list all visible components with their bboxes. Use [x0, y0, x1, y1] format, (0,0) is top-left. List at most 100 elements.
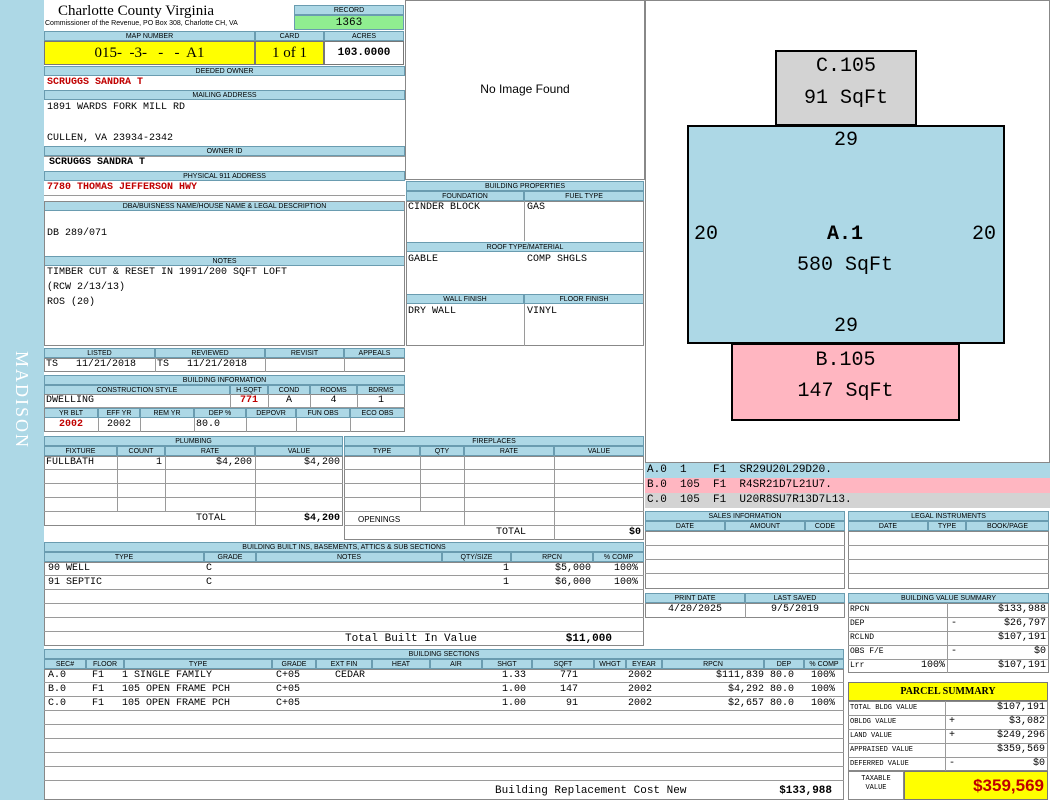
bs-floor-label: FLOOR	[86, 659, 124, 669]
plumbing-count-label: COUNT	[117, 446, 165, 456]
owner-id-label: OWNER ID	[44, 146, 405, 156]
vs-rclnd-label: RCLND	[850, 633, 875, 642]
bs-grade-label: GRADE	[272, 659, 316, 669]
plumbing-label: PLUMBING	[44, 436, 343, 446]
sketch-b-sqft: 147 SqFt	[797, 380, 894, 403]
no-image-text: No Image Found	[480, 82, 570, 96]
bs-row1-sec: A.0	[48, 670, 67, 681]
builtin-grade-label: GRADE	[204, 552, 256, 562]
sketch-a-top-dim: 29	[833, 129, 858, 152]
ps-deferred-label: DEFERRED VALUE	[850, 760, 909, 768]
sketch-c-label: C.105	[815, 55, 876, 78]
bs-row2-grade: C+05	[276, 684, 301, 695]
ps-taxable-label1: TAXABLE	[861, 775, 891, 783]
bs-row2-shgt: 1.00	[501, 684, 526, 695]
fuel-type-label: FUEL TYPE	[524, 191, 644, 201]
builtin-qty-label: QTY/SIZE	[442, 552, 511, 562]
parcel-summary-title: PARCEL SUMMARY	[848, 682, 1048, 701]
appeals-label: APPEALS	[344, 348, 405, 358]
bs-row2-rpcn: $4,292	[727, 684, 764, 695]
sales-date-label: DATE	[645, 521, 725, 531]
reviewed-label: REVIEWED	[155, 348, 265, 358]
bs-row3-type: 105 OPEN FRAME PCH	[122, 698, 231, 709]
county-title: Charlotte County Virginia	[58, 3, 215, 19]
bs-row3-comp: 100%	[811, 698, 836, 709]
bs-total-label: Building Replacement Cost New	[495, 785, 687, 797]
print-date-label: PRINT DATE	[645, 593, 745, 603]
bs-whgt-label: WHGT	[594, 659, 626, 669]
side-label: MADISON	[12, 350, 32, 449]
legal-date-label: DATE	[848, 521, 928, 531]
bs-row2-eyear: 2002	[628, 684, 653, 695]
vs-rpcn-value: $133,988	[997, 604, 1046, 615]
bs-row1-extfin: CEDAR	[335, 670, 366, 681]
vs-lrr-label: Lrr	[850, 661, 865, 670]
deeded-owner-label: DEEDED OWNER	[44, 66, 405, 76]
sketch-a-bottom-dim: 29	[833, 315, 858, 338]
bs-comp-label: % COMP	[804, 659, 844, 669]
fireplace-qty-label: QTY	[420, 446, 464, 456]
acres-value: 103.0000	[324, 41, 404, 65]
map-number-value: 015- -3- - - A1	[44, 41, 255, 65]
bs-row1-shgt: 1.33	[501, 670, 526, 681]
sales-label: SALES INFORMATION	[645, 511, 845, 521]
vs-obs-label: OBS F/E	[850, 647, 884, 656]
builtin-type-label: TYPE	[44, 552, 204, 562]
bs-row1-type: 1 SINGLE FAMILY	[122, 670, 213, 681]
vs-dep-value: $26,797	[1003, 618, 1046, 629]
ps-bldg-value: $107,191	[996, 702, 1045, 713]
building-info-label: BUILDING INFORMATION	[44, 375, 405, 385]
bs-row3-grade: C+05	[276, 698, 301, 709]
sketch-a-right-dim: 20	[972, 223, 997, 246]
ps-taxable-value: $359,569	[904, 771, 1048, 800]
record-value: 1363	[294, 15, 404, 30]
bs-total: $133,988	[779, 785, 832, 797]
bs-shgt-label: SHGT	[482, 659, 532, 669]
legal-type-label: TYPE	[928, 521, 966, 531]
ps-deferred-value: $0	[1032, 758, 1045, 769]
plumbing-rate-label: RATE	[165, 446, 255, 456]
bs-row1-grade: C+05	[276, 670, 301, 681]
bs-air-label: AIR	[430, 659, 482, 669]
mailing-line2: CULLEN, VA 23934-2342	[47, 133, 174, 144]
deeded-owner-value: SCRUGGS SANDRA T	[47, 77, 144, 88]
legal-book-label: BOOK/PAGE	[966, 521, 1049, 531]
sketch-legend-b: B.0 105 F1 R4SR21D7L21U7.	[645, 478, 1050, 493]
bs-row2-dep: 80.0	[770, 684, 795, 695]
bs-row3-floor: F1	[92, 698, 105, 709]
builtin-rpcn-label: RPCN	[511, 552, 593, 562]
vs-lrr-pct: 100%	[920, 660, 945, 671]
bs-row3-rpcn: $2,657	[727, 698, 764, 709]
bs-row3-sqft: 91	[565, 698, 578, 709]
ps-taxable-label2: VALUE	[865, 784, 887, 792]
mailing-label: MAILING ADDRESS	[44, 90, 405, 100]
bs-row1-eyear: 2002	[628, 670, 653, 681]
fireplaces-label: FIREPLACES	[344, 436, 644, 446]
bs-row1-floor: F1	[92, 670, 105, 681]
ps-obldg-value: $3,082	[1008, 716, 1045, 727]
sketch-b-label: B.105	[815, 349, 876, 372]
sketch-a-label: A.1	[826, 223, 863, 246]
builtin-comp-label: % COMP	[593, 552, 644, 562]
bs-row3-eyear: 2002	[628, 698, 653, 709]
county-subtitle: Commissioner of the Revenue, PO Box 308,…	[45, 20, 238, 27]
record-label: RECORD	[294, 5, 404, 15]
bs-extfin-label: EXT FIN	[316, 659, 372, 669]
listed-label: LISTED	[44, 348, 155, 358]
bs-row1-sqft: 771	[559, 670, 578, 681]
bs-row2-sqft: 147	[559, 684, 578, 695]
bs-row1-rpcn: $111,839	[715, 670, 764, 681]
bs-row1-dep: 80.0	[770, 670, 795, 681]
bs-eyear-label: EYEAR	[626, 659, 662, 669]
builtin-notes-label: NOTES	[256, 552, 442, 562]
bs-sqft-label: SQFT	[532, 659, 594, 669]
bs-dep-label: DEP	[764, 659, 804, 669]
fireplace-value-label: VALUE	[554, 446, 644, 456]
bs-type-label: TYPE	[124, 659, 272, 669]
ps-bldg-label: TOTAL BLDG VALUE	[850, 704, 918, 712]
owner-id-value: SCRUGGS SANDRA T	[49, 157, 146, 168]
fireplace-type-label: TYPE	[344, 446, 420, 456]
sales-amount-label: AMOUNT	[725, 521, 805, 531]
vs-obs-value: $0	[1033, 646, 1046, 657]
sketch-a-sqft: 580 SqFt	[796, 254, 893, 277]
